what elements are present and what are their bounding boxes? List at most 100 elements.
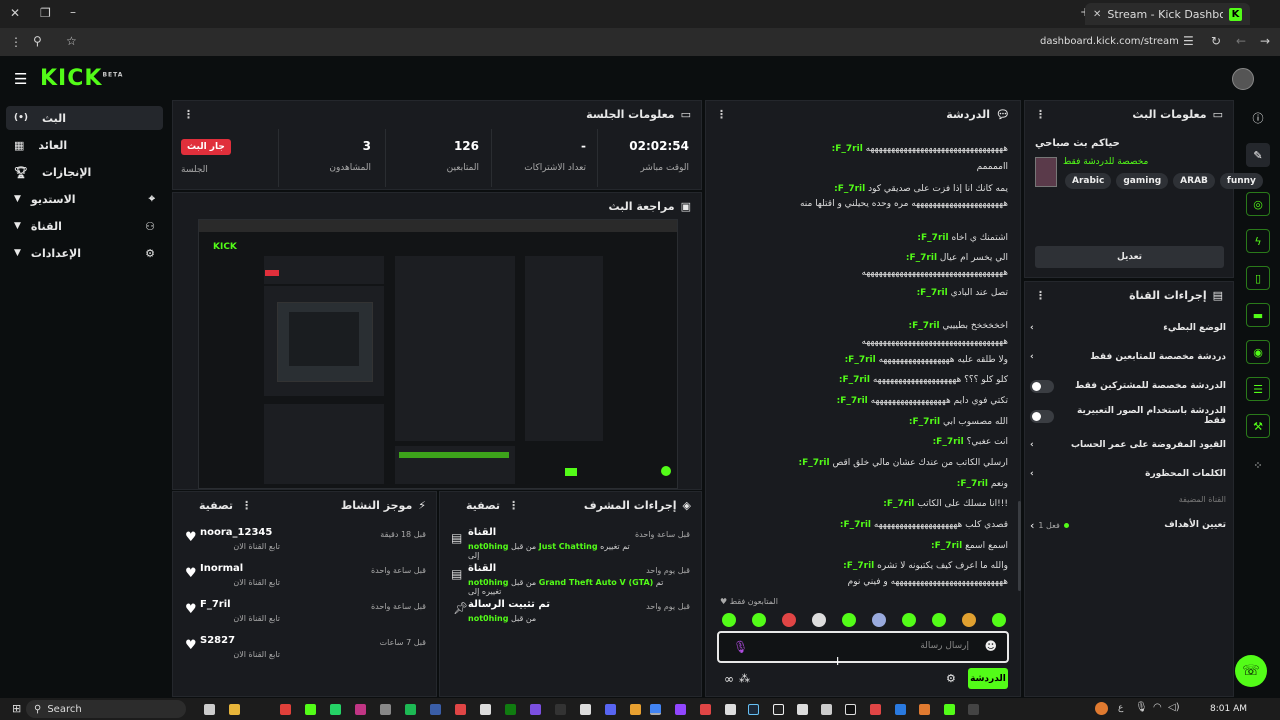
microphone-tray-icon[interactable]: 🎙︎: [1135, 702, 1148, 713]
layers-icon[interactable]: ☰: [1246, 377, 1270, 401]
emote-icon[interactable]: [812, 613, 826, 627]
chat-username[interactable]: F_7ril:: [908, 321, 939, 331]
menu-dots-icon[interactable]: ⋮: [10, 35, 22, 49]
chat-icon[interactable]: ▬: [1246, 303, 1270, 327]
instagram-icon[interactable]: [355, 704, 366, 715]
chat-username[interactable]: F_7ril:: [883, 499, 914, 509]
browser-tab[interactable]: ✕ Stream - Kick Dashboard K: [1085, 3, 1250, 25]
chat-username[interactable]: F_7ril:: [798, 458, 829, 468]
emote-icon[interactable]: [872, 613, 886, 627]
app-icon[interactable]: [455, 704, 466, 715]
windows-start-icon[interactable]: ⊞: [12, 702, 21, 715]
setting-followers-only[interactable]: دردشة مخصصة للمتابعين فقط ›: [1030, 347, 1226, 367]
app-icon[interactable]: [870, 704, 881, 715]
chat-username[interactable]: F_7ril:: [840, 520, 871, 530]
weather-icon[interactable]: [1095, 702, 1108, 715]
sidebar-item-achievements[interactable]: 🏆︎ الإنجازات: [6, 160, 163, 184]
app-icon[interactable]: [380, 704, 391, 715]
app-icon[interactable]: [895, 704, 906, 715]
emote-icon[interactable]: [962, 613, 976, 627]
pencil-icon[interactable]: ✎: [1246, 143, 1270, 167]
wifi-icon[interactable]: ◠: [1153, 702, 1162, 713]
chat-settings-icon[interactable]: ⚙: [946, 672, 956, 685]
tab-search-icon[interactable]: ☰: [1183, 34, 1194, 48]
emote-icon[interactable]: [932, 613, 946, 627]
forward-icon[interactable]: ←: [1236, 34, 1246, 48]
setting-goals[interactable]: تعيين الأهداف فعل 1 ›: [1030, 515, 1226, 535]
chat-username[interactable]: F_7ril:: [917, 233, 948, 243]
filter-button[interactable]: تصفية: [466, 499, 500, 512]
back-icon[interactable]: →: [1260, 34, 1270, 48]
chat-username[interactable]: F_7ril:: [931, 541, 962, 551]
app-icon[interactable]: [725, 704, 736, 715]
restore-window-icon[interactable]: ❐: [40, 6, 51, 20]
kick-logo[interactable]: KICKBETA: [40, 66, 123, 91]
more-options-icon[interactable]: ⋮: [241, 499, 252, 512]
lightning-icon[interactable]: ϟ: [1246, 229, 1270, 253]
chat-input[interactable]: 🎙︎ إرسال رسالة ☻: [717, 631, 1009, 663]
sidebar-item-settings[interactable]: ▼ الإعدادات ⚙: [6, 241, 163, 265]
chat-username[interactable]: F_7ril:: [834, 184, 865, 194]
chat-username[interactable]: F_7ril:: [906, 253, 937, 263]
sidebar-item-studio[interactable]: ▼ الاستديو ⌖: [6, 187, 163, 211]
chat-username[interactable]: F_7ril:: [845, 355, 876, 365]
app-icon[interactable]: [430, 704, 441, 715]
address-bar[interactable]: dashboard.kick.com/stream: [1040, 36, 1179, 47]
more-options-icon[interactable]: ⋮: [716, 108, 727, 121]
chat-username[interactable]: F_7ril:: [933, 437, 964, 447]
help-support-button[interactable]: ☏: [1235, 655, 1267, 687]
app-icon[interactable]: [280, 704, 291, 715]
app-icon[interactable]: [580, 704, 591, 715]
more-options-icon[interactable]: ⋮: [1035, 108, 1046, 121]
emote-icon[interactable]: [782, 613, 796, 627]
app-icon[interactable]: [968, 704, 979, 715]
sidebar-item-revenue[interactable]: ▦ العائد: [6, 133, 163, 157]
emote-icon[interactable]: [842, 613, 856, 627]
app-icon[interactable]: [555, 704, 566, 715]
chat-username[interactable]: F_7ril:: [843, 561, 874, 571]
hamburger-menu-icon[interactable]: ☰: [14, 70, 27, 88]
chat-username[interactable]: F_7ril:: [957, 479, 988, 489]
app-icon[interactable]: [305, 704, 316, 715]
app-icon[interactable]: [480, 704, 491, 715]
document-icon[interactable]: ▯: [1246, 266, 1270, 290]
more-options-icon[interactable]: ⋮: [183, 108, 194, 121]
wrench-icon[interactable]: ⚒: [1246, 414, 1270, 438]
x-icon[interactable]: [773, 704, 784, 715]
chrome-icon[interactable]: [650, 704, 661, 715]
app-icon[interactable]: [821, 704, 832, 715]
discord-icon[interactable]: [605, 704, 616, 715]
emote-icon[interactable]: [722, 613, 736, 627]
chat-username[interactable]: F_7ril:: [909, 417, 940, 427]
spotify-icon[interactable]: [405, 704, 416, 715]
volume-icon[interactable]: ◁): [1168, 702, 1180, 713]
edit-stream-button[interactable]: تعديل: [1035, 246, 1224, 268]
sidebar-item-stream[interactable]: (•) البث: [6, 106, 163, 130]
xbox-icon[interactable]: [505, 704, 516, 715]
emote-icon[interactable]: [992, 613, 1006, 627]
reload-icon[interactable]: ↻: [1211, 34, 1221, 48]
subscribers-only-toggle[interactable]: [1030, 379, 1054, 393]
file-explorer-icon[interactable]: [229, 704, 240, 715]
minimize-window-icon[interactable]: –: [70, 5, 76, 19]
stream-preview-video[interactable]: KICK: [198, 219, 678, 489]
chat-username[interactable]: F_7ril:: [832, 144, 863, 154]
bookmark-star-icon[interactable]: ☆: [66, 34, 77, 48]
emote-icon[interactable]: [752, 613, 766, 627]
app-icon[interactable]: [944, 704, 955, 715]
clock[interactable]: 8:01 AM: [1210, 704, 1247, 714]
more-options-icon[interactable]: ⋮: [1035, 289, 1046, 302]
chat-username[interactable]: F_7ril:: [917, 288, 948, 298]
chat-username[interactable]: F_7ril:: [837, 396, 868, 406]
obs-icon[interactable]: [797, 704, 808, 715]
chat-scrollbar[interactable]: [1018, 501, 1021, 591]
setting-account-age[interactable]: القيود المفروضة على عمر الحساب ›: [1030, 435, 1226, 455]
setting-subscribers-only[interactable]: الدردشة مخصصة للمشتركين فقط: [1030, 376, 1226, 396]
chat-send-button[interactable]: الدردشة: [968, 668, 1008, 689]
taskbar-search[interactable]: ⚲ Search: [26, 700, 186, 718]
close-window-icon[interactable]: ✕: [10, 6, 20, 20]
whatsapp-icon[interactable]: [330, 704, 341, 715]
app-icon[interactable]: [700, 704, 711, 715]
tab-close-icon[interactable]: ✕: [1093, 9, 1101, 20]
stream-category[interactable]: مخصصة للدردشة فقط: [1063, 157, 1148, 167]
